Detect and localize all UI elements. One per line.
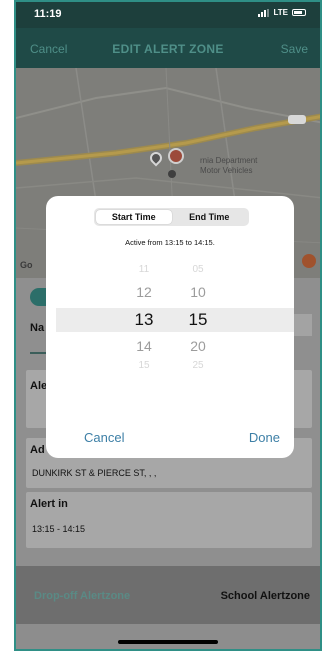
alert-label: Ale	[30, 380, 48, 392]
hour-option[interactable]: 14	[122, 338, 166, 354]
hour-option[interactable]: 15	[122, 360, 166, 371]
picker-selection-band	[56, 308, 294, 332]
time-picker-dialog: Start Time End Time Active from 13:15 to…	[46, 196, 294, 458]
minute-option[interactable]: 05	[176, 264, 220, 275]
nav-bar: Cancel EDIT ALERT ZONE Save	[16, 28, 320, 68]
dmv-marker-icon[interactable]	[168, 148, 184, 164]
google-logo: Go	[20, 260, 33, 270]
minute-option-selected[interactable]: 15	[176, 310, 220, 330]
place-marker-icon[interactable]	[168, 170, 176, 178]
nav-save-button[interactable]: Save	[281, 42, 308, 56]
time-picker[interactable]: 11 12 13 14 15 05 10 15 20 25	[46, 260, 294, 378]
tab-school-alertzone[interactable]: School Alertzone	[221, 590, 310, 602]
minute-option[interactable]: 25	[176, 360, 220, 371]
network-type: LTE	[273, 8, 288, 17]
hour-option[interactable]: 12	[122, 284, 166, 300]
minute-option[interactable]: 10	[176, 284, 220, 300]
hour-option-selected[interactable]: 13	[122, 310, 166, 330]
home-indicator-area	[16, 624, 320, 649]
status-icons: LTE	[258, 8, 306, 17]
battery-icon	[292, 9, 306, 16]
signal-icon	[258, 8, 270, 17]
page-title: EDIT ALERT ZONE	[112, 42, 224, 56]
segment-end-time[interactable]: End Time	[172, 210, 248, 224]
status-time: 11:19	[34, 8, 62, 20]
phone-frame: 11:19 LTE Cancel EDIT ALERT ZONE Save rn…	[14, 0, 322, 651]
segment-start-time[interactable]: Start Time	[96, 210, 172, 224]
active-range-text: Active from 13:15 to 14:15.	[125, 238, 215, 247]
address-value[interactable]: DUNKIRK ST & PIERCE ST, , ,	[32, 468, 156, 478]
alert-in-value[interactable]: 13:15 - 14:15	[32, 524, 85, 534]
alert-in-section	[26, 492, 312, 548]
alert-in-label: Alert in	[30, 498, 68, 510]
cancel-button[interactable]: Cancel	[84, 430, 124, 445]
name-label: Na	[30, 322, 45, 334]
bottom-tab-bar: Drop-off Alertzone School Alertzone	[16, 566, 320, 624]
address-label: Ad	[30, 444, 45, 456]
minute-option[interactable]: 20	[176, 338, 220, 354]
hour-option[interactable]: 11	[122, 264, 166, 275]
tab-dropoff-alertzone[interactable]: Drop-off Alertzone	[34, 590, 130, 602]
map-place-label: rnia Department Motor Vehicles	[200, 156, 258, 175]
restaurant-marker-icon[interactable]	[302, 254, 316, 268]
home-indicator[interactable]	[118, 640, 218, 644]
done-button[interactable]: Done	[249, 430, 280, 445]
status-bar: 11:19 LTE	[16, 2, 320, 28]
time-segment-control: Start Time End Time	[94, 208, 249, 226]
